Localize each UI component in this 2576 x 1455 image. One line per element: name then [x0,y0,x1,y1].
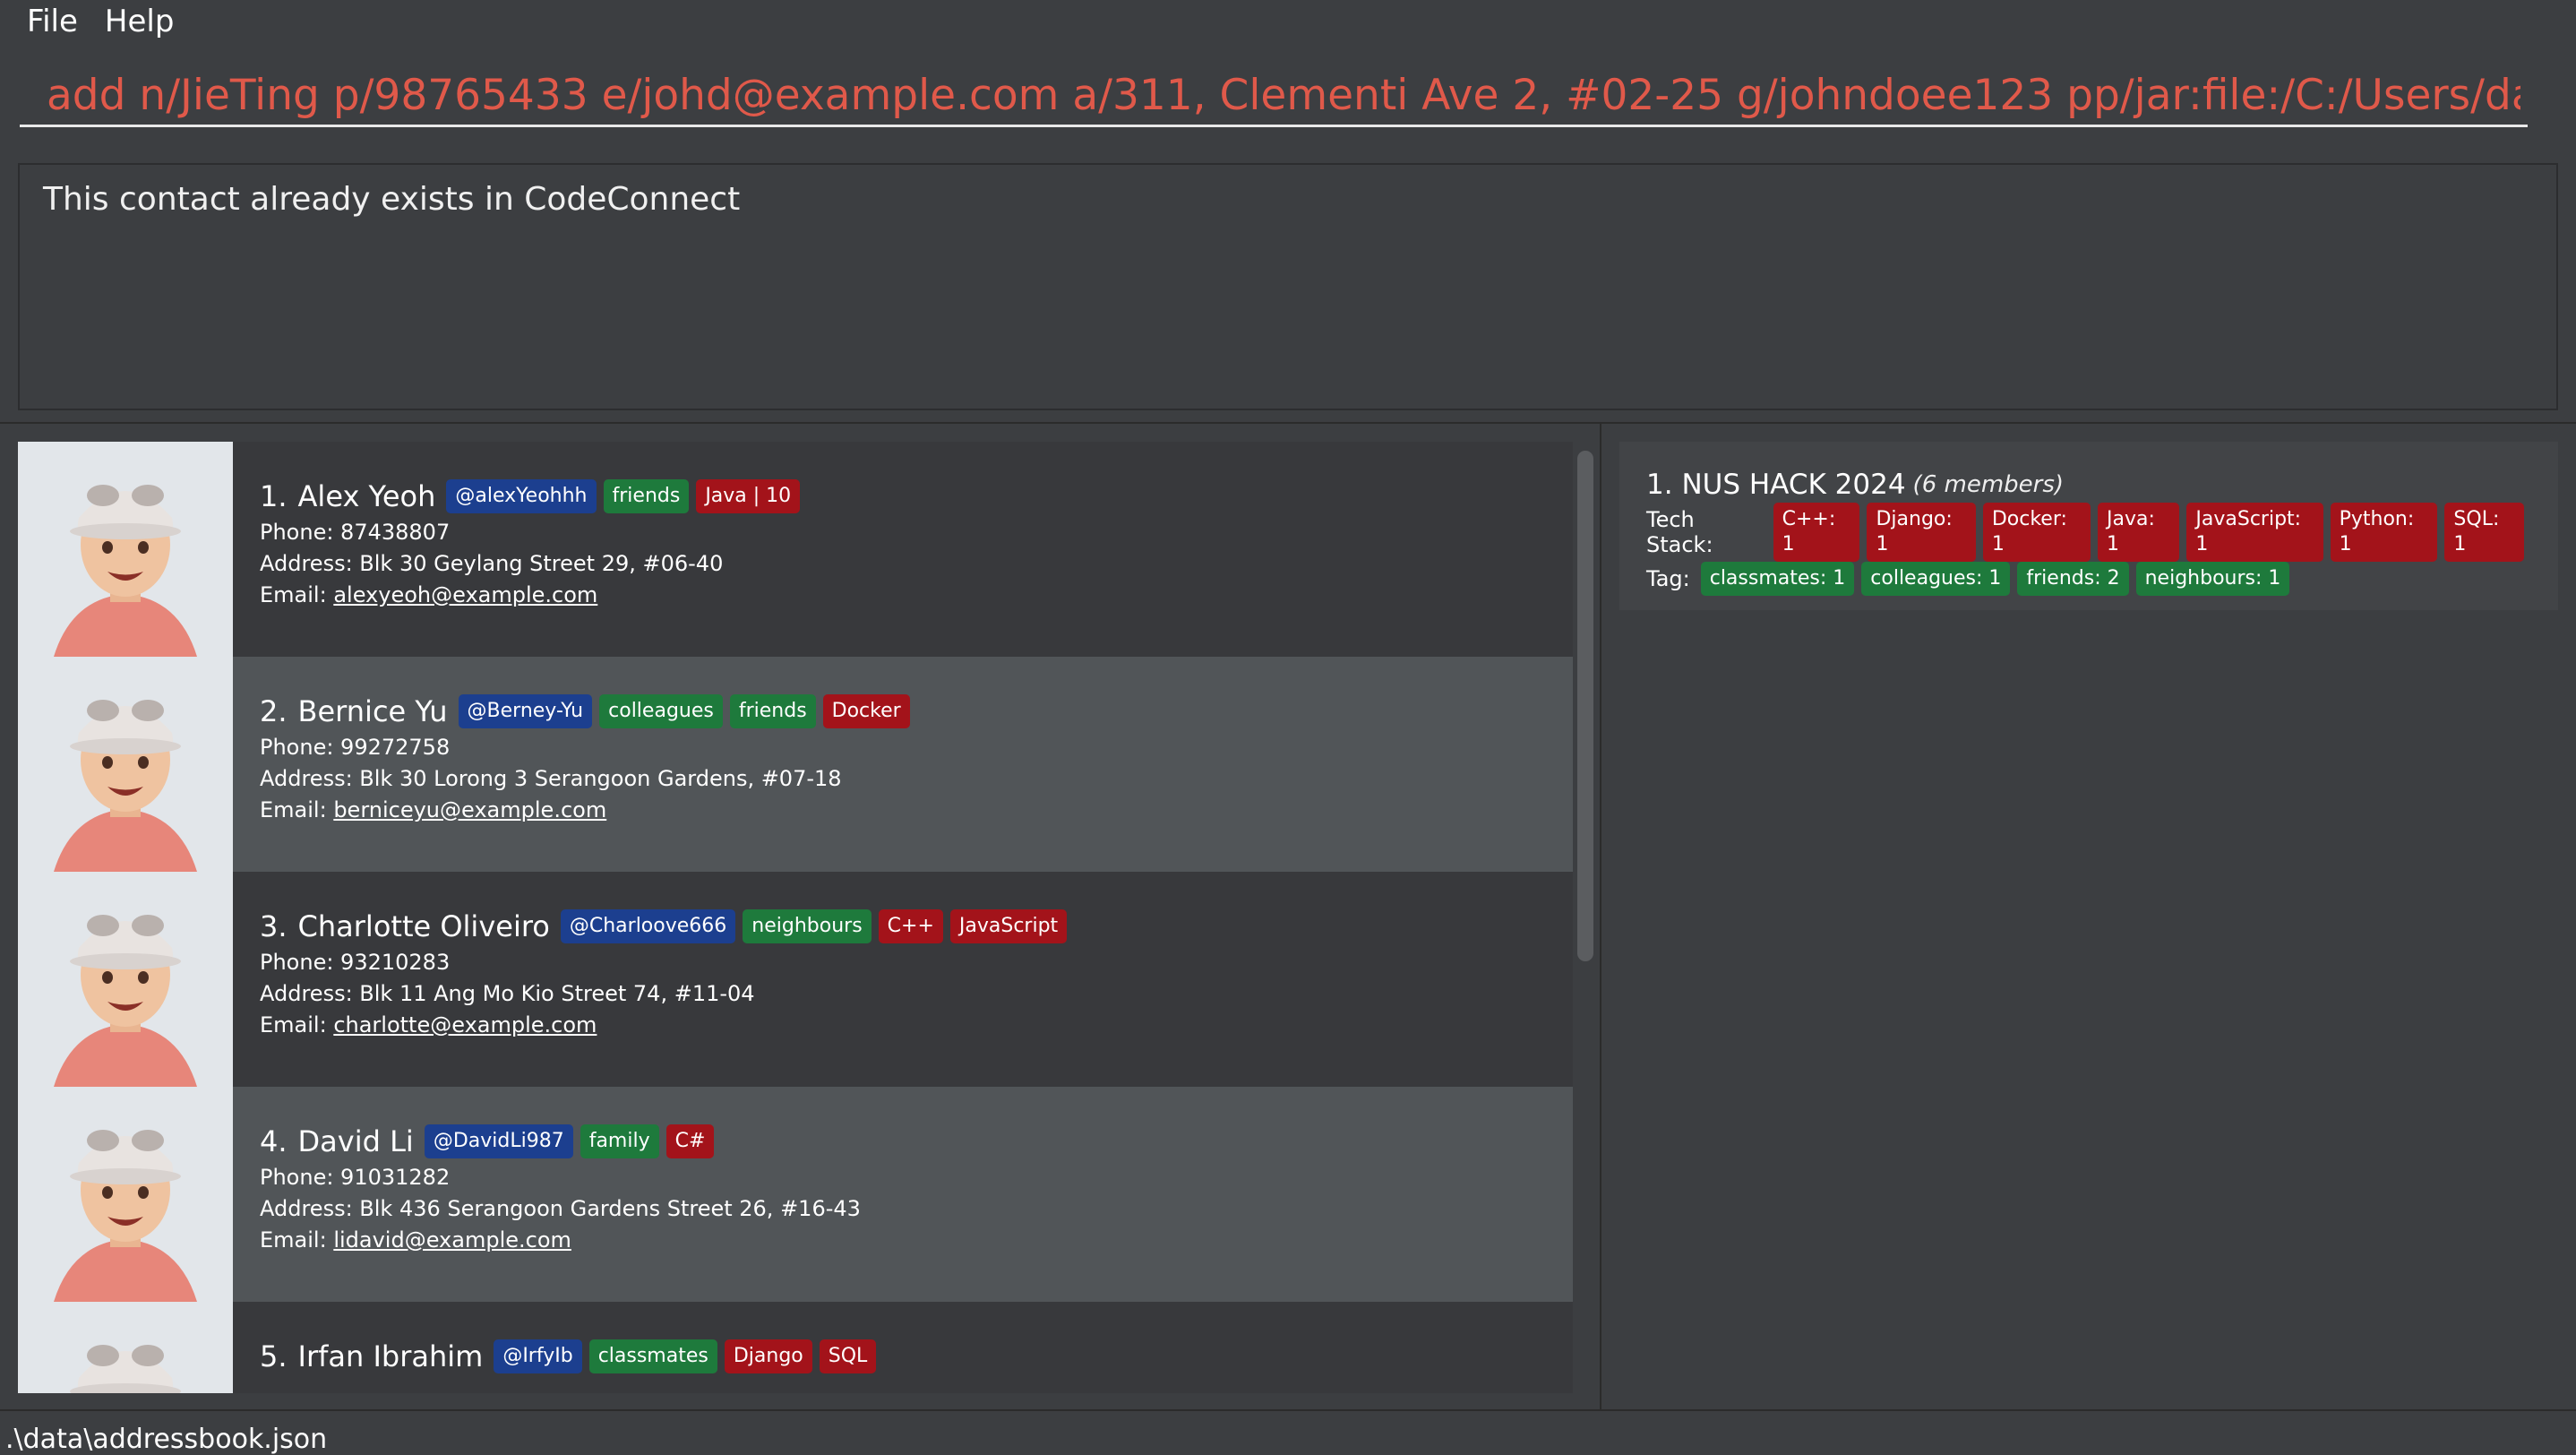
result-display: This contact already exists in CodeConne… [18,163,2558,410]
github-tag: @Charloove666 [560,909,736,943]
tech-stack-label: Tech Stack: [1646,507,1713,557]
tech-count-tag: Docker: 1 [1982,503,2091,562]
group-tag: classmates [588,1339,717,1373]
contact-index: 1. [260,479,288,513]
contact-index: 5. [260,1339,288,1373]
command-input[interactable] [20,73,2528,127]
result-text: This contact already exists in CodeConne… [43,181,741,218]
contact-phone: Phone: 87438807 [260,520,451,545]
contact-address: Address: Blk 436 Serangoon Gardens Stree… [260,1196,861,1221]
group-tag: friends [603,479,690,513]
email-link[interactable]: charlotte@example.com [333,1012,597,1037]
command-box [0,47,2576,151]
tech-count-tag: Java: 1 [2098,503,2180,562]
contact-index: 4. [260,1124,288,1158]
menu-file[interactable]: File [0,4,105,39]
email-link[interactable]: lidavid@example.com [333,1227,571,1253]
email-label: Email: [260,1012,334,1037]
contact-card[interactable]: 4. David Li @DavidLi987 family C# Phone:… [18,1087,1573,1302]
contact-list: 1. Alex Yeoh @alexYeohhh friends Java | … [18,442,1573,1393]
contact-index: 2. [260,694,288,728]
tech-tag: SQL [819,1339,877,1373]
tag-count-tag: colleagues: 1 [1861,562,2011,596]
group-index: 1. [1646,469,1673,501]
tech-tag: Docker [822,694,910,728]
tech-count-tag: JavaScript: 1 [2186,503,2323,562]
email-label: Email: [260,1227,334,1253]
group-tag: colleagues [599,694,723,728]
email-link[interactable]: berniceyu@example.com [333,797,606,822]
tag-count-tag: classmates: 1 [1700,562,1855,596]
avatar [18,872,233,1087]
status-bar: .\data\addressbook.json [0,1409,2576,1455]
group-name: NUS HACK 2024 [1681,469,1906,501]
tech-count-tag: Django: 1 [1867,503,1976,562]
group-tag: family [580,1124,659,1158]
contact-email-line: Email: berniceyu@example.com [260,795,917,826]
contact-name: David Li [297,1124,414,1158]
contact-phone: Phone: 93210283 [260,950,451,975]
tech-tag: Java | 10 [696,479,801,513]
group-card[interactable]: 1. NUS HACK 2024 (6 members) Tech Stack:… [1619,442,2558,610]
contact-name: Charlotte Oliveiro [297,909,550,943]
github-tag: @Berney-Yu [458,694,593,728]
contact-name: Irfan Ibrahim [297,1339,484,1373]
group-tag: friends [729,694,816,728]
tech-tag: Django [724,1339,812,1373]
avatar [18,1087,233,1302]
email-label: Email: [260,582,334,607]
contact-name: Alex Yeoh [297,479,436,513]
contact-phone: Phone: 91031282 [260,1165,451,1190]
contact-phone: Phone: 99272758 [260,735,451,760]
menu-bar: File Help [0,0,2576,43]
tech-count-tag: SQL: 1 [2444,503,2524,562]
contact-email-line: Email: charlotte@example.com [260,1010,1074,1041]
panel-divider [1600,424,1601,1409]
email-label: Email: [260,797,334,822]
github-tag: @alexYeohhh [446,479,597,513]
contact-name: Bernice Yu [297,694,448,728]
contact-card[interactable]: 5. Irfan Ibrahim @IrfyIb classmates Djan… [18,1302,1573,1393]
tech-count-tag: C++: 1 [1773,503,1860,562]
avatar [18,657,233,872]
github-tag: @DavidLi987 [424,1124,573,1158]
tag-label: Tag: [1646,566,1690,591]
tag-count-tag: friends: 2 [2017,562,2129,596]
contact-card[interactable]: 1. Alex Yeoh @alexYeohhh friends Java | … [18,442,1573,657]
contact-address: Address: Blk 11 Ang Mo Kio Street 74, #1… [260,981,755,1006]
tech-tag: JavaScript [949,909,1068,943]
github-tag: @IrfyIb [494,1339,582,1373]
scrollbar-thumb[interactable] [1577,451,1593,961]
contact-email-line: Email: alexyeoh@example.com [260,580,807,611]
contact-card[interactable]: 2. Bernice Yu @Berney-Yu colleagues frie… [18,657,1573,872]
section-divider [0,422,2576,424]
contact-email-line: Email: lidavid@example.com [260,1225,861,1256]
tech-count-tag: Python: 1 [2330,503,2438,562]
contact-address: Address: Blk 30 Lorong 3 Serangoon Garde… [260,766,842,791]
contact-address: Address: Blk 30 Geylang Street 29, #06-4… [260,551,724,576]
group-members: (6 members) [1912,471,2065,498]
contact-card[interactable]: 3. Charlotte Oliveiro @Charloove666 neig… [18,872,1573,1087]
group-tag: neighbours [743,909,872,943]
avatar [18,442,233,657]
contact-index: 3. [260,909,288,943]
tech-tag: C++ [878,909,943,943]
tag-count-tag: neighbours: 1 [2135,562,2290,596]
avatar [18,1302,233,1393]
email-link[interactable]: alexyeoh@example.com [333,582,597,607]
menu-help[interactable]: Help [105,4,202,39]
tech-tag: C# [665,1124,715,1158]
